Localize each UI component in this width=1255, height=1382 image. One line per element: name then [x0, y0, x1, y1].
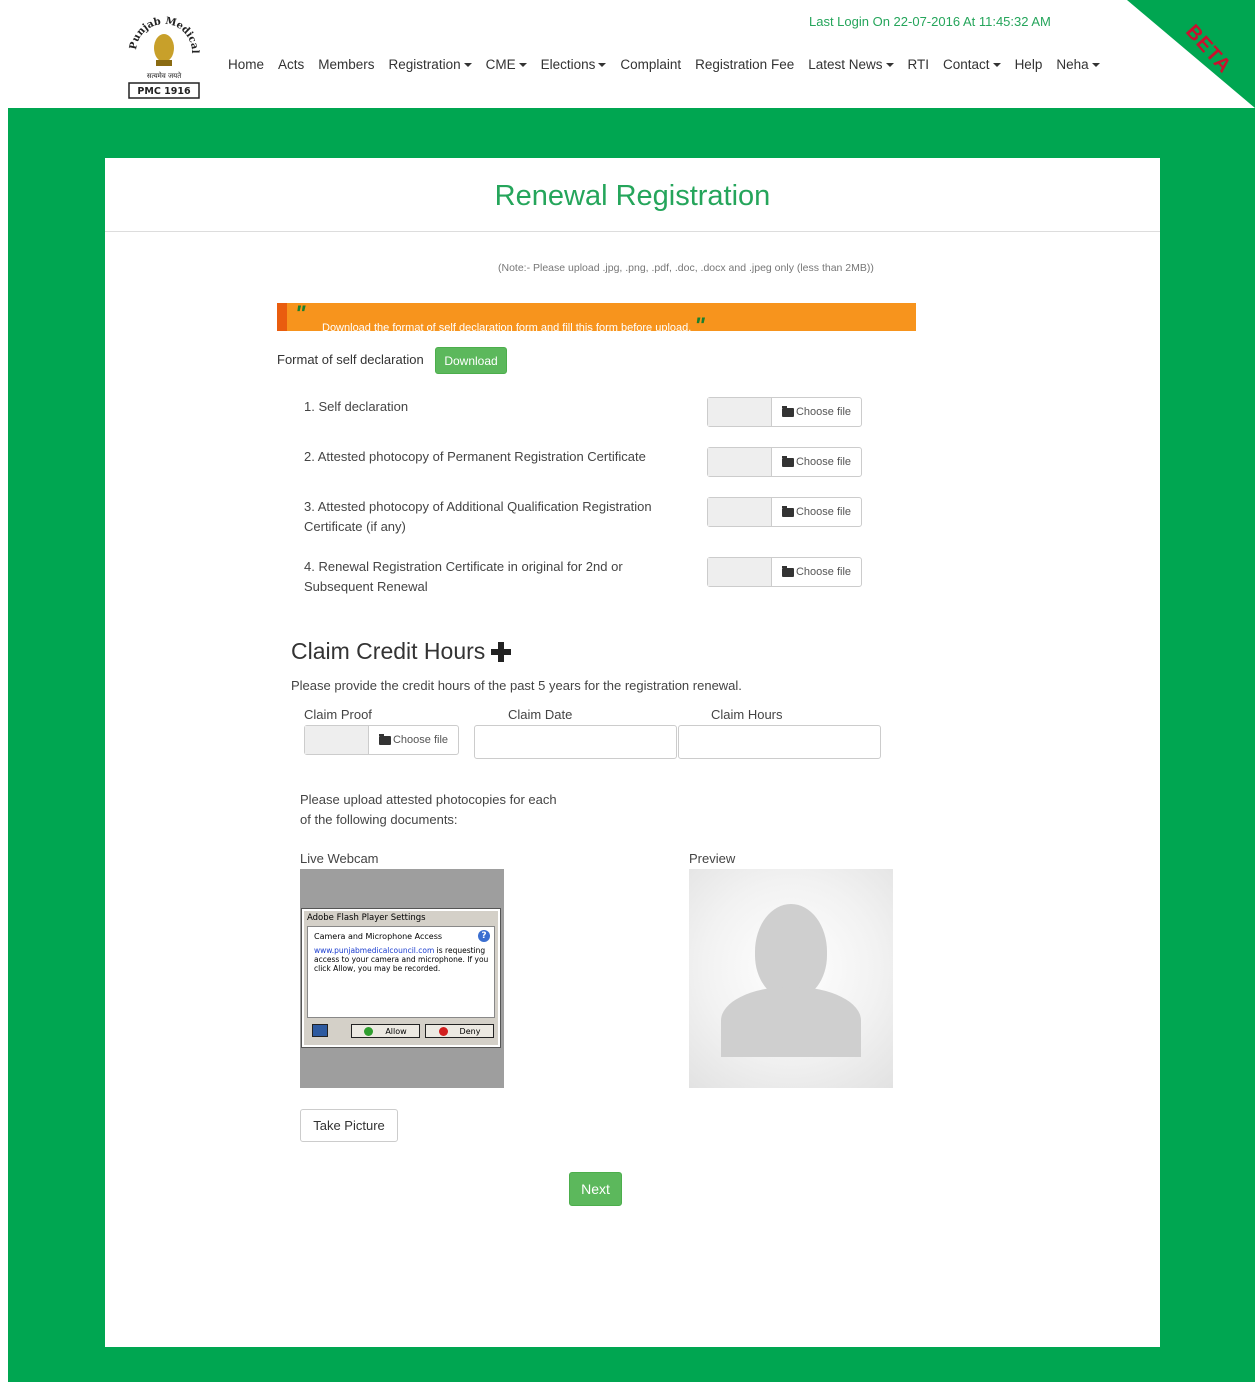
nav-label: CME — [485, 57, 516, 72]
nav-item-elections[interactable]: Elections — [541, 57, 607, 72]
avatar-placeholder-body — [721, 987, 861, 1057]
last-login-text: Last Login On 22-07-2016 At 11:45:32 AM — [809, 14, 1051, 29]
banner-text: Download the format of self declaration … — [322, 322, 692, 334]
nav-label: Registration — [388, 57, 461, 72]
nav-label: Registration Fee — [695, 57, 795, 72]
beta-ribbon: BETA — [1127, 0, 1255, 108]
add-claim-plus-icon[interactable] — [491, 641, 512, 662]
nav-item-cme[interactable]: CME — [486, 57, 527, 72]
flash-dialog-heading: Camera and Microphone Access — [314, 932, 443, 941]
choose-file-label: Choose file — [795, 506, 852, 518]
live-webcam-label: Live Webcam — [300, 851, 379, 866]
claim-date-label: Claim Date — [508, 707, 573, 722]
caret-down-icon — [1091, 62, 1100, 67]
site-header: Punjab Medical Council सत्यमेव जयते PMC … — [0, 0, 1255, 108]
claim-heading: Claim Credit Hours — [291, 638, 512, 665]
doc-label-2: 2. Attested photocopy of Permanent Regis… — [304, 449, 646, 464]
take-picture-button[interactable]: Take Picture — [300, 1109, 398, 1142]
nav-item-contact[interactable]: Contact — [943, 57, 1001, 72]
choose-file-label: Choose file — [795, 456, 852, 468]
caret-down-icon — [598, 62, 607, 67]
nav-label: Complaint — [620, 57, 682, 72]
claim-hours-label: Claim Hours — [711, 707, 783, 722]
file-input-renewal-certificate[interactable]: Choose file — [707, 557, 862, 587]
flash-settings-dialog: Adobe Flash Player Settings Camera and M… — [302, 909, 500, 1047]
nav-label: Neha — [1056, 57, 1089, 72]
nav-item-members[interactable]: Members — [318, 57, 374, 72]
nav-label: Elections — [540, 57, 596, 72]
choose-file-label: Choose file — [795, 406, 852, 418]
choose-file-label: Choose file — [392, 734, 449, 746]
quote-open-icon: " — [295, 301, 306, 326]
renewal-form-card: Renewal Registration (Note:- Please uplo… — [105, 158, 1160, 1347]
claim-heading-text: Claim Credit Hours — [291, 638, 486, 664]
file-input-claim-proof[interactable]: Choose file — [304, 725, 459, 755]
logo-motto: सत्यमेव जयते — [147, 71, 182, 80]
instruction-banner: " Download the format of self declaratio… — [277, 301, 916, 338]
nav-label: Contact — [943, 57, 990, 72]
doc-label-4: 4. Renewal Registration Certificate in o… — [304, 559, 623, 594]
claim-description: Please provide the credit hours of the p… — [291, 678, 742, 693]
format-label: Format of self declaration — [277, 352, 424, 367]
photo-preview — [689, 869, 893, 1088]
nav-item-latest-news[interactable]: Latest News — [808, 57, 894, 72]
logo-year: PMC 1916 — [137, 86, 191, 97]
deny-icon — [438, 1026, 448, 1036]
deny-button[interactable]: Deny — [425, 1024, 494, 1038]
folder-icon — [781, 565, 794, 577]
nav-label: Latest News — [808, 57, 883, 72]
caret-down-icon — [992, 62, 1001, 67]
doc-label-1: 1. Self declaration — [304, 399, 409, 414]
file-input-additional-qualification[interactable]: Choose file — [707, 497, 862, 527]
nav-label: Help — [1014, 57, 1043, 72]
help-icon[interactable]: ? — [478, 930, 490, 942]
download-button[interactable]: Download — [435, 347, 507, 374]
next-button[interactable]: Next — [569, 1172, 622, 1206]
claim-proof-label: Claim Proof — [304, 707, 372, 722]
claim-date-input[interactable] — [474, 725, 677, 759]
caret-down-icon — [463, 62, 472, 67]
folder-icon — [781, 505, 794, 517]
file-input-self-declaration[interactable]: Choose file — [707, 397, 862, 427]
camera-settings-icon[interactable] — [312, 1024, 328, 1037]
nav-item-home[interactable]: Home — [228, 57, 264, 72]
nav-item-complaint[interactable]: Complaint — [620, 57, 681, 72]
allow-label: Allow — [385, 1026, 407, 1036]
file-input-permanent-certificate[interactable]: Choose file — [707, 447, 862, 477]
nav-label: Members — [318, 57, 375, 72]
allow-button[interactable]: Allow — [351, 1024, 420, 1038]
page-title: Renewal Registration — [494, 180, 771, 212]
nav-label: RTI — [907, 57, 930, 72]
nav-item-acts[interactable]: Acts — [278, 57, 304, 72]
nav-label: Acts — [278, 57, 305, 72]
nav-item-registration[interactable]: Registration — [389, 57, 472, 72]
doc-label-3: 3. Attested photocopy of Additional Qual… — [304, 499, 652, 534]
nav-item-rti[interactable]: RTI — [908, 57, 930, 72]
folder-icon — [781, 455, 794, 467]
flash-site-link[interactable]: www.punjabmedicalcouncil.com — [314, 946, 434, 955]
folder-icon — [781, 405, 794, 417]
photo-upload-note: Please upload attested photocopies for e… — [300, 792, 557, 827]
caret-down-icon — [518, 62, 527, 67]
upload-note: (Note:- Please upload .jpg, .png, .pdf, … — [498, 262, 874, 274]
nav-item-registration-fee[interactable]: Registration Fee — [695, 57, 794, 72]
nav-item-neha[interactable]: Neha — [1056, 57, 1100, 72]
avatar-placeholder-head — [755, 904, 827, 999]
caret-down-icon — [885, 62, 894, 67]
main-nav: Home Acts Members Registration CME Elections C… — [228, 57, 1114, 72]
quote-close-icon: " — [694, 313, 705, 338]
choose-file-label: Choose file — [795, 566, 852, 578]
nav-label: Home — [228, 57, 265, 72]
preview-label: Preview — [689, 851, 736, 866]
title-divider — [105, 231, 1160, 232]
pmc-logo[interactable]: Punjab Medical Council सत्यमेव जयते PMC … — [124, 8, 202, 100]
folder-icon — [378, 733, 391, 745]
nav-item-help[interactable]: Help — [1015, 57, 1043, 72]
flash-dialog-title: Adobe Flash Player Settings — [307, 913, 426, 923]
allow-check-icon — [364, 1026, 374, 1036]
live-webcam-view[interactable]: Adobe Flash Player Settings Camera and M… — [300, 869, 504, 1088]
deny-label: Deny — [459, 1026, 481, 1036]
claim-hours-input[interactable] — [678, 725, 881, 759]
